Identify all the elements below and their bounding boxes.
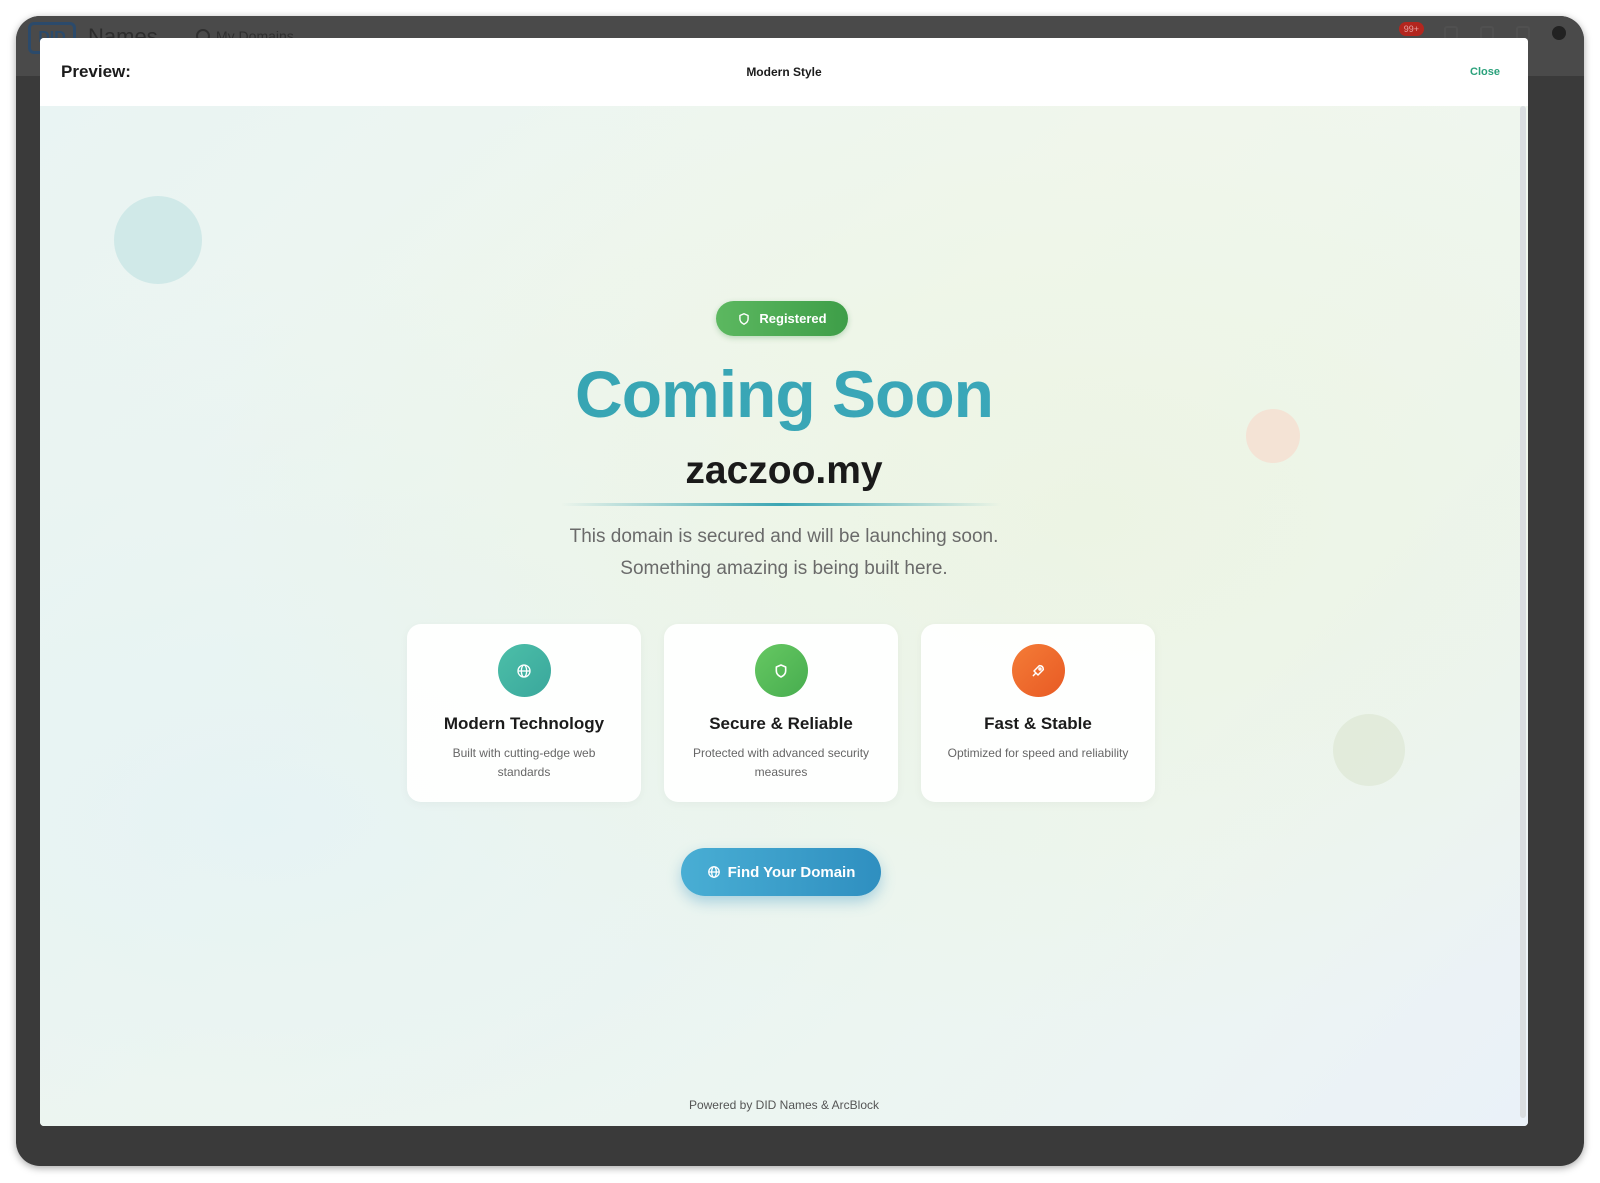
feature-icon-badge xyxy=(497,644,551,697)
feature-card-modern-technology: Modern Technology Built with cutting-edg… xyxy=(407,624,641,802)
feature-icon-badge xyxy=(754,644,808,697)
decorative-circle xyxy=(1333,714,1405,786)
notification-badge: 99+ xyxy=(1398,22,1424,36)
status-badge-label: Registered xyxy=(759,311,827,326)
footer-credit: Powered by DID Names & ArcBlock xyxy=(688,1098,880,1112)
feature-card-secure-reliable: Secure & Reliable Protected with advance… xyxy=(664,624,898,802)
globe-icon xyxy=(707,866,720,878)
feature-icon-badge xyxy=(1011,644,1065,697)
headline: Coming Soon xyxy=(40,356,1528,432)
close-button[interactable]: Close xyxy=(1470,38,1500,106)
description-line-2: Something amazing is being built here. xyxy=(620,558,948,579)
shield-icon xyxy=(775,663,787,678)
scrollbar[interactable] xyxy=(1520,106,1526,1118)
feature-desc: Built with cutting-edge web standards xyxy=(452,746,596,779)
feature-title: Fast & Stable xyxy=(984,714,1092,733)
find-your-domain-label: Find Your Domain xyxy=(727,863,856,881)
divider xyxy=(561,503,1001,506)
preview-canvas: Registered Coming Soon zaczoo.my This do… xyxy=(40,106,1528,1126)
avatar[interactable] xyxy=(1552,26,1566,40)
modal-title: Preview: xyxy=(61,62,131,81)
feature-desc: Optimized for speed and reliability xyxy=(947,746,1129,760)
feature-card-fast-stable: Fast & Stable Optimized for speed and re… xyxy=(921,624,1155,802)
rocket-icon xyxy=(1032,664,1045,676)
feature-desc: Protected with advanced security measure… xyxy=(692,746,870,779)
globe-icon xyxy=(517,663,531,678)
description: This domain is secured and will be launc… xyxy=(40,521,1528,585)
domain-name: zaczoo.my xyxy=(685,449,883,492)
shield-icon xyxy=(739,312,750,325)
feature-title: Secure & Reliable xyxy=(709,714,853,733)
modal-header: Preview: xyxy=(40,38,1528,106)
find-your-domain-button[interactable]: Find Your Domain xyxy=(681,848,881,896)
status-badge: Registered xyxy=(716,301,848,336)
feature-title: Modern Technology xyxy=(443,714,605,733)
description-line-1: This domain is secured and will be launc… xyxy=(569,526,999,547)
feature-cards: Modern Technology Built with cutting-edg… xyxy=(407,624,1155,802)
preview-modal: Preview: Modern Style Close Registered C… xyxy=(40,38,1528,1126)
device-frame: DID Names My Domains 99+ Preview: Modern… xyxy=(16,16,1584,1166)
decorative-circle xyxy=(114,196,202,284)
